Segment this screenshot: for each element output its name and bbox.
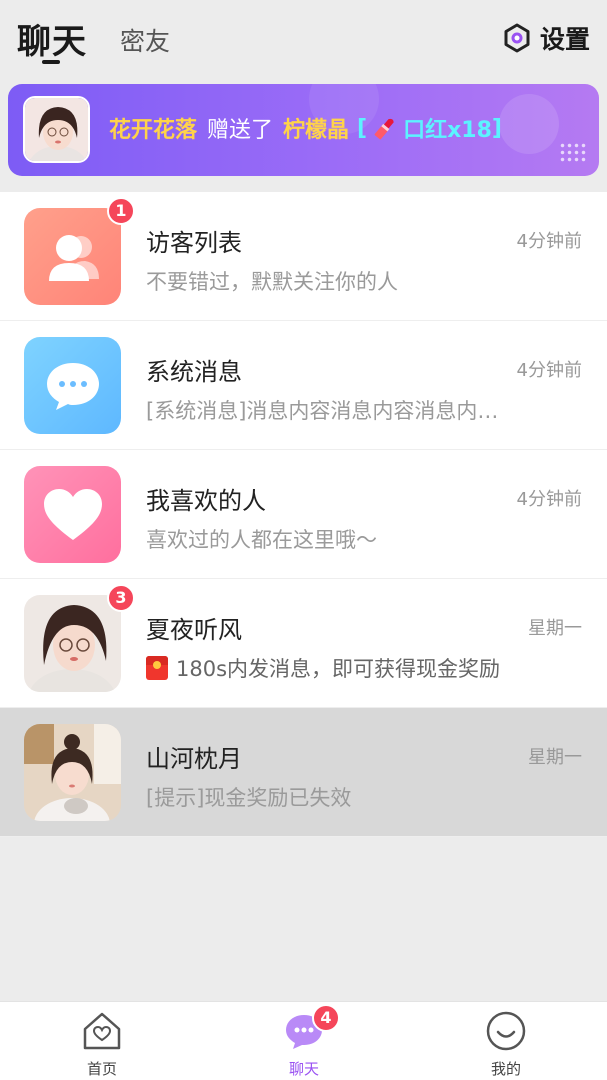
conversation-time: 4分钟前 (516, 231, 582, 252)
conversation-title: 山河枕月 (146, 745, 242, 773)
red-packet-icon (146, 656, 168, 680)
nav-profile[interactable]: 我的 (456, 1010, 556, 1079)
conversation-time: 4分钟前 (516, 360, 582, 381)
hexagon-gear-icon (504, 23, 530, 53)
user-avatar (24, 724, 121, 821)
nav-chat-label: 聊天 (288, 1060, 319, 1078)
gift-name: 口红x18 (403, 118, 492, 143)
unread-badge: 1 (107, 197, 135, 225)
home-icon (83, 1012, 121, 1050)
conversation-row-visitors[interactable]: 1 访客列表 4分钟前 不要错过，默默关注你的人 (0, 192, 607, 321)
tab-chat[interactable]: 聊天 (17, 14, 87, 63)
bottom-navigation: 首页 4 聊天 我的 (0, 1001, 607, 1080)
nav-home-label: 首页 (86, 1060, 117, 1078)
nav-chat[interactable]: 4 聊天 (254, 1004, 354, 1079)
conversation-time: 星期一 (528, 747, 582, 768)
conversation-preview: [系统消息]消息内容消息内容消息内… (146, 399, 499, 423)
conversation-title: 访客列表 (146, 229, 242, 257)
nav-chat-badge: 4 (312, 1004, 340, 1032)
nav-home[interactable]: 首页 (52, 1010, 152, 1079)
conversation-preview: 喜欢过的人都在这里哦～ (146, 528, 377, 552)
conversation-preview: 不要错过，默默关注你的人 (146, 270, 398, 294)
conversation-list: 1 访客列表 4分钟前 不要错过，默默关注你的人 系统消息 4分钟前 [系统消息… (0, 192, 607, 837)
gift-bracket-open: [ (357, 115, 368, 141)
visitors-icon (24, 208, 121, 305)
nav-profile-label: 我的 (490, 1060, 521, 1078)
unread-badge: 3 (107, 584, 135, 612)
gift-action-text: 赠送了 (207, 118, 274, 143)
gift-announcement-banner[interactable]: 花开花落 赠送了 柠檬晶 [ 口红x18 ] (8, 84, 599, 176)
conversation-title: 我喜欢的人 (146, 487, 266, 515)
banner-dot-pattern (559, 142, 587, 162)
conversation-row-user[interactable]: 山河枕月 星期一 [提示]现金奖励已失效 (0, 708, 607, 837)
conversation-time: 4分钟前 (516, 489, 582, 510)
gift-message: 花开花落 赠送了 柠檬晶 [ 口红x18 ] (109, 112, 502, 144)
settings-button[interactable]: 设置 (502, 20, 590, 56)
conversation-time: 星期一 (528, 618, 582, 639)
tab-close-friends[interactable]: 密友 (120, 22, 170, 58)
user-avatar (24, 595, 121, 692)
conversation-title: 系统消息 (146, 358, 242, 386)
profile-icon (486, 1011, 526, 1051)
sender-avatar[interactable] (23, 96, 90, 163)
conversation-title: 夏夜听风 (146, 616, 242, 644)
active-tab-indicator (42, 60, 60, 64)
conversation-row-liked[interactable]: 我喜欢的人 4分钟前 喜欢过的人都在这里哦～ (0, 450, 607, 579)
heart-icon (24, 466, 121, 563)
chat-bubble-icon (24, 337, 121, 434)
conversation-preview: 180s内发消息，即可获得现金奖励 (146, 653, 500, 683)
conversation-preview-text: 180s内发消息，即可获得现金奖励 (176, 657, 501, 681)
banner-decoration (499, 94, 559, 154)
conversation-row-user[interactable]: 3 夏夜听风 星期一 180s内发消息，即可获得现金奖励 (0, 579, 607, 708)
settings-label: 设置 (539, 25, 590, 54)
gift-receiver-name[interactable]: 柠檬晶 (283, 112, 349, 144)
gift-sender-name[interactable]: 花开花落 (109, 112, 197, 144)
avatar-photo (25, 98, 88, 161)
top-header: 聊天 密友 设置 (0, 0, 607, 80)
gift-bracket-close: ] (491, 115, 502, 141)
lipstick-icon (374, 118, 394, 140)
conversation-preview: [提示]现金奖励已失效 (146, 786, 352, 810)
conversation-row-system[interactable]: 系统消息 4分钟前 [系统消息]消息内容消息内容消息内… (0, 321, 607, 450)
